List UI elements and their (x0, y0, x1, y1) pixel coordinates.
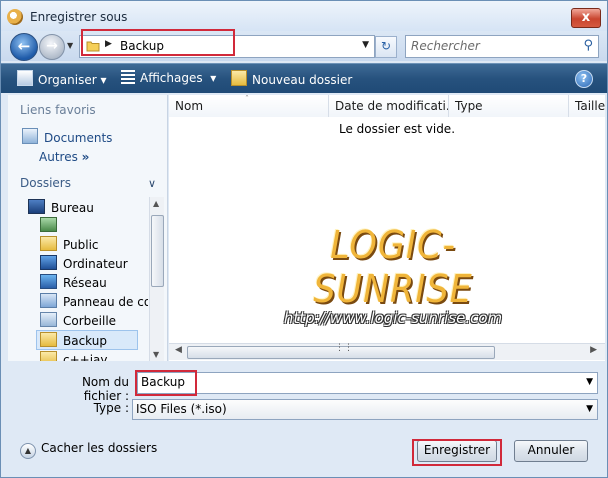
tree-label: Ordinateur (63, 257, 128, 271)
favorite-documents-label: Documents (44, 131, 113, 145)
scroll-up-icon[interactable]: ▲ (153, 199, 159, 208)
collapse-chevron-icon[interactable]: ∨ (148, 177, 156, 190)
tree-label: Bureau (51, 201, 94, 215)
dialog-footer: Nom du fichier : Backup ▼ Type : ISO Fil… (1, 363, 607, 477)
tree-label: Panneau de configuration (63, 295, 148, 309)
title-bar: Enregistrer sous x (1, 1, 607, 31)
folder-icon (40, 351, 57, 361)
documents-icon (22, 128, 38, 144)
save-highlight-box (412, 439, 502, 466)
recycle-bin-icon (40, 312, 57, 327)
scroll-thumb[interactable] (151, 215, 164, 287)
cancel-button[interactable]: Annuler (514, 440, 588, 462)
column-header-name[interactable]: Nom ˄ (169, 95, 329, 117)
scroll-right-icon[interactable]: ▶ (590, 345, 597, 355)
command-toolbar: Organiser ▾ Affichages ▾ Nouveau dossier… (1, 63, 607, 93)
address-dropdown-icon[interactable]: ▼ (362, 40, 369, 50)
hide-folders-label: Cacher les dossiers (41, 441, 158, 455)
favorite-documents[interactable]: Documents (22, 128, 112, 145)
tree-item-network[interactable]: Réseau (40, 274, 107, 290)
tree-item-backup[interactable]: Backup (36, 330, 138, 350)
chevron-up-icon: ▲ (20, 443, 36, 459)
filename-label: Nom du fichier : (81, 375, 129, 403)
folders-header[interactable]: Dossiers (20, 176, 71, 190)
sort-indicator-icon: ˄ (245, 95, 249, 103)
column-label: Nom (175, 99, 204, 113)
computer-icon (40, 255, 57, 270)
tree-item-public[interactable]: Public (40, 236, 99, 252)
search-icon[interactable]: ⚲ (583, 38, 593, 53)
scroll-left-icon[interactable]: ◀ (175, 345, 182, 355)
tree-item-control-panel[interactable]: Panneau de configuration (40, 293, 148, 309)
navigation-pane: Liens favoris Documents Autres » Dossier… (8, 95, 168, 361)
tree-scrollbar[interactable]: ▲ ▼ (149, 197, 164, 361)
favorite-more-label: Autres (39, 150, 78, 164)
tree-label: Corbeille (63, 314, 117, 328)
file-type-select[interactable]: ISO Files (*.iso) ▼ (132, 399, 598, 420)
network-icon (40, 274, 57, 289)
views-icon (121, 70, 135, 84)
favorites-header: Liens favoris (20, 103, 96, 117)
window-title: Enregistrer sous (30, 10, 128, 24)
save-as-dialog: Enregistrer sous x ← → ▼ ▶ Backup ▼ ↻ Re… (0, 0, 608, 478)
tree-item-cpp[interactable]: c++iay (40, 351, 108, 361)
hide-folders-toggle[interactable]: ▲ Cacher les dossiers (20, 441, 157, 459)
column-header-date[interactable]: Date de modificati... (329, 95, 449, 117)
filename-dropdown-icon[interactable]: ▼ (586, 377, 593, 387)
list-horizontal-scrollbar[interactable]: ◀ ⋮⋮ ▶ (169, 343, 605, 360)
desktop-icon (28, 199, 45, 214)
back-arrow-icon[interactable]: ← (10, 33, 38, 61)
empty-folder-message: Le dossier est vide. (339, 122, 456, 136)
tree-label: Public (63, 238, 99, 252)
column-label: Type (455, 99, 483, 113)
new-folder-button[interactable]: Nouveau dossier (231, 70, 352, 87)
control-panel-icon (40, 293, 57, 308)
folder-tree: Bureau Public Ordinateur Réseau Panneau … (8, 195, 148, 361)
scroll-down-icon[interactable]: ▼ (153, 350, 159, 359)
help-icon[interactable]: ? (575, 70, 593, 88)
scroll-grip-icon: ⋮⋮ (335, 343, 353, 353)
organize-label: Organiser (38, 73, 97, 87)
tree-label: Backup (63, 334, 107, 348)
column-label: Taille (575, 99, 605, 113)
filename-highlight-box (135, 370, 197, 396)
tree-label: c++iay (63, 353, 108, 361)
search-placeholder: Rechercher (411, 39, 480, 53)
favorite-more[interactable]: Autres » (39, 150, 89, 164)
new-folder-label: Nouveau dossier (252, 73, 353, 87)
more-chevron-icon: » (81, 150, 90, 164)
views-label: Affichages (140, 71, 203, 85)
tree-label: Réseau (63, 276, 107, 290)
history-dropdown-icon[interactable]: ▼ (67, 41, 73, 50)
file-list: Nom ˄ Date de modificati... Type Taille L… (169, 95, 605, 361)
column-header-type[interactable]: Type (449, 95, 569, 117)
tree-item-desktop[interactable]: Bureau (28, 199, 94, 215)
user-folder-icon (40, 217, 57, 232)
file-type-dropdown-icon[interactable]: ▼ (586, 404, 593, 414)
forward-arrow-icon[interactable]: → (39, 34, 65, 60)
app-icon (7, 9, 23, 25)
new-folder-icon (231, 70, 247, 86)
folder-icon (40, 236, 57, 251)
organize-menu[interactable]: Organiser ▾ (17, 70, 107, 87)
column-label: Date de modificati... (335, 99, 449, 113)
filename-field[interactable]: Backup ▼ (137, 372, 598, 394)
address-highlight-box (81, 29, 235, 56)
file-type-label: Type : (93, 401, 129, 415)
views-menu[interactable]: Affichages ▾ (121, 70, 216, 85)
file-type-value: ISO Files (*.iso) (136, 402, 227, 416)
search-input[interactable]: Rechercher ⚲ (405, 35, 599, 58)
tree-item-user[interactable] (40, 217, 63, 233)
organize-icon (17, 70, 33, 86)
tree-item-computer[interactable]: Ordinateur (40, 255, 128, 271)
column-header-size[interactable]: Taille (569, 95, 605, 117)
refresh-icon[interactable]: ↻ (375, 36, 397, 58)
folder-icon (40, 332, 57, 347)
tree-item-recycle-bin[interactable]: Corbeille (40, 312, 116, 328)
close-button[interactable]: x (571, 8, 601, 28)
